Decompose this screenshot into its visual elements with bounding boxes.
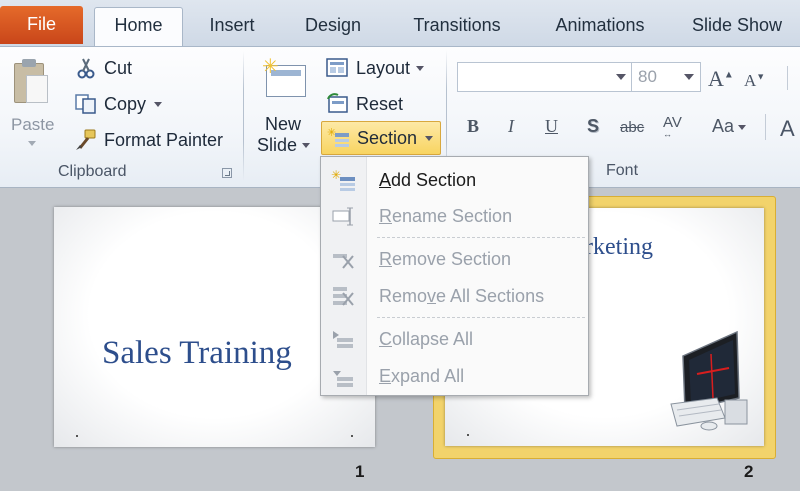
- font-size-dropdown-arrow[interactable]: [684, 74, 694, 80]
- section-icon: ✳: [327, 126, 351, 149]
- font-name-combobox[interactable]: [457, 62, 633, 92]
- tab-slide-show[interactable]: Slide Show: [682, 8, 800, 46]
- menu-item-label: Remove Section: [379, 249, 512, 269]
- new-slide-label-line2: Slide: [257, 135, 298, 155]
- rename-section-icon: [331, 205, 357, 229]
- menu-item-label: Add Section: [379, 170, 477, 190]
- add-section-icon: ✳: [331, 168, 357, 193]
- change-case-dropdown-arrow: [738, 124, 747, 130]
- svg-text:✳: ✳: [331, 169, 341, 182]
- shadow-button[interactable]: S: [587, 116, 599, 137]
- font-size-value: 80: [638, 67, 657, 86]
- computer-image: [667, 314, 753, 432]
- menu-separator: [377, 317, 585, 318]
- slide-title: rketing: [585, 234, 653, 260]
- tab-insert[interactable]: Insert: [194, 8, 270, 46]
- menu-item-collapse-all[interactable]: Collapse All: [321, 322, 588, 356]
- footer-dot: [467, 434, 469, 436]
- copy-icon: [74, 93, 98, 115]
- format-painter-button[interactable]: Format Painter: [74, 125, 223, 155]
- font-color-button[interactable]: A: [780, 116, 795, 142]
- scissors-icon: [74, 57, 98, 79]
- layout-dropdown-arrow: [416, 65, 425, 71]
- tab-design[interactable]: Design: [287, 8, 379, 46]
- footer-dot: [76, 435, 78, 437]
- slide-number-1: 1: [355, 462, 365, 481]
- slide-title: Sales Training: [102, 335, 292, 371]
- tab-home[interactable]: Home: [94, 7, 183, 46]
- collapse-all-icon: [331, 328, 357, 352]
- svg-text:✳: ✳: [327, 127, 336, 139]
- menu-item-label: Remove All Sections: [379, 286, 545, 306]
- paste-dropdown-arrow: [28, 141, 36, 146]
- layout-icon: [326, 57, 350, 79]
- copy-button[interactable]: Copy: [74, 89, 163, 119]
- bold-button[interactable]: B: [467, 116, 479, 137]
- change-case-icon: Aa: [712, 116, 735, 136]
- section-dropdown-menu: ✳ Add Section Rename Section Remove Sect…: [320, 156, 589, 396]
- remove-all-sections-icon: [331, 285, 357, 309]
- menu-item-label: Expand All: [379, 366, 465, 386]
- font-name-dropdown-arrow[interactable]: [616, 74, 626, 80]
- grow-font-icon: A: [708, 66, 724, 91]
- new-slide-icon: ✳: [262, 57, 308, 101]
- section-dropdown-arrow: [425, 135, 434, 141]
- character-spacing-button[interactable]: AV ↔: [663, 114, 682, 139]
- new-slide-dropdown-arrow: [302, 143, 311, 148]
- reset-icon: [326, 93, 350, 115]
- tab-file[interactable]: File: [0, 6, 83, 44]
- change-case-button[interactable]: Aa: [712, 116, 747, 137]
- shrink-font-button[interactable]: A▼: [744, 71, 765, 91]
- paste-icon: [12, 57, 52, 107]
- menu-item-add-section[interactable]: ✳ Add Section: [321, 163, 588, 197]
- menu-item-label: Rename Section: [379, 206, 513, 226]
- group-separator: [243, 51, 244, 181]
- remove-section-icon: [331, 248, 357, 272]
- spacing-arrows-icon: ↔: [663, 129, 672, 139]
- menu-item-remove-all-sections[interactable]: Remove All Sections: [321, 279, 588, 313]
- layout-button[interactable]: Layout: [326, 53, 425, 83]
- format-painter-label: Format Painter: [104, 129, 224, 150]
- reset-label: Reset: [356, 93, 404, 114]
- footer-dot: [351, 435, 353, 437]
- paste-label: Paste: [11, 115, 55, 134]
- reset-button[interactable]: Reset: [326, 89, 403, 119]
- menu-separator: [377, 237, 585, 238]
- section-label: Section: [357, 127, 418, 148]
- tab-transitions[interactable]: Transitions: [396, 8, 518, 46]
- new-slide-label-line1: New: [265, 114, 302, 134]
- section-button[interactable]: ✳ Section: [321, 121, 441, 155]
- group-separator: [765, 114, 766, 140]
- cut-button[interactable]: Cut: [74, 53, 132, 83]
- strikethrough-button[interactable]: abc: [620, 119, 644, 136]
- paintbrush-icon: [74, 129, 98, 151]
- layout-label: Layout: [356, 57, 411, 78]
- tab-animations[interactable]: Animations: [535, 8, 665, 46]
- cut-label: Cut: [104, 57, 133, 78]
- shrink-font-icon: A: [744, 71, 757, 90]
- font-size-combobox[interactable]: 80: [631, 62, 701, 92]
- section-button-content: ✳ Section: [327, 126, 434, 149]
- menu-item-remove-section[interactable]: Remove Section: [321, 242, 588, 276]
- copy-label: Copy: [104, 93, 147, 114]
- menu-item-rename-section[interactable]: Rename Section: [321, 199, 588, 233]
- clipboard-group-label: Clipboard: [58, 163, 127, 180]
- italic-button[interactable]: I: [508, 116, 514, 137]
- menu-item-label: Collapse All: [379, 329, 474, 349]
- font-group-label: Font: [606, 162, 639, 179]
- clipboard-dialog-launcher[interactable]: [222, 168, 232, 178]
- copy-dropdown-arrow[interactable]: [154, 101, 163, 107]
- grow-font-button[interactable]: A▲: [708, 66, 734, 92]
- slide-number-2: 2: [744, 462, 754, 481]
- group-separator: [787, 66, 788, 90]
- new-slide-label-line2-wrap: Slide: [257, 135, 311, 156]
- ribbon-tab-strip: File Home Insert Design Transitions Anim…: [0, 0, 800, 46]
- underline-button[interactable]: U: [545, 116, 558, 137]
- menu-item-expand-all[interactable]: Expand All: [321, 359, 588, 393]
- expand-all-icon: [331, 365, 357, 389]
